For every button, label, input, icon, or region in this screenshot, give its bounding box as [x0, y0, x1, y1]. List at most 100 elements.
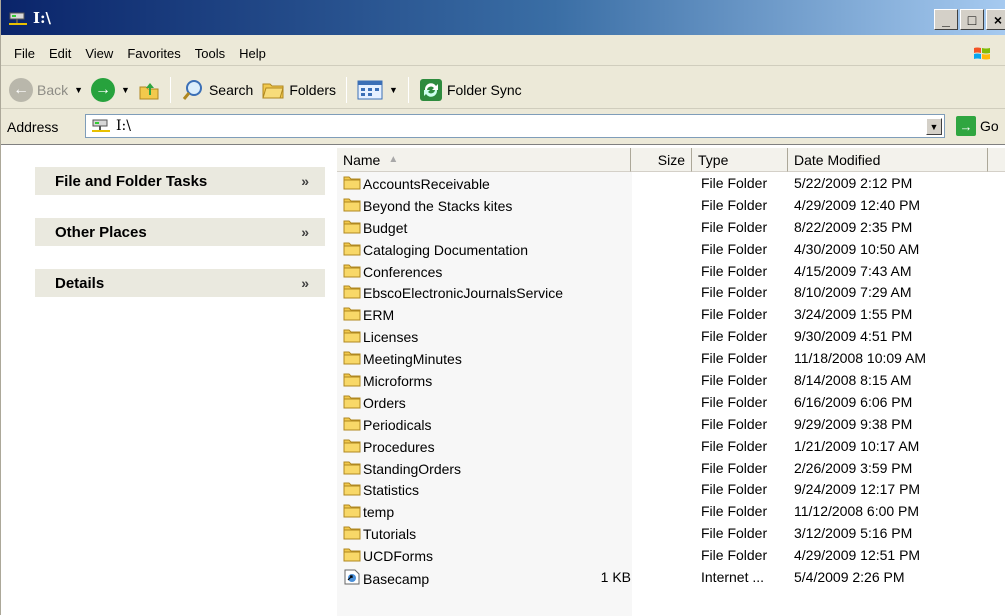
column-header-name[interactable]: Name ▲ — [337, 148, 631, 172]
list-item[interactable]: Cataloging Documentation File Folder 4/3… — [337, 239, 1005, 261]
file-type: File Folder — [701, 547, 768, 564]
list-item[interactable]: Microforms File Folder 8/14/2008 8:15 AM — [337, 370, 1005, 392]
file-name: Tutorials — [363, 526, 417, 543]
list-item[interactable]: Procedures File Folder 1/21/2009 10:17 A… — [337, 436, 1005, 458]
search-label: Search — [208, 81, 254, 98]
file-name: Microforms — [363, 373, 433, 390]
list-item[interactable]: Basecamp 1 KB Internet ... 5/4/2009 2:26… — [337, 567, 1005, 589]
list-item[interactable]: Licenses File Folder 9/30/2009 4:51 PM — [337, 326, 1005, 348]
column-header-filler — [988, 148, 1005, 172]
file-name: ERM — [363, 307, 395, 324]
file-type: File Folder — [701, 437, 768, 454]
file-date-modified: 3/12/2009 5:16 PM — [794, 525, 913, 542]
list-item[interactable]: Statistics File Folder 9/24/2009 12:17 P… — [337, 479, 1005, 501]
explorer-window: I:\ _ □ × File Edit View Favorites Tools… — [0, 0, 1005, 616]
views-button[interactable]: ▼ — [353, 75, 402, 105]
file-name-cell: Procedures — [343, 438, 435, 456]
menu-tools[interactable]: Tools — [188, 46, 232, 61]
file-rows: AccountsReceivable File Folder 5/22/2009… — [337, 173, 1005, 589]
file-name-cell: Tutorials — [343, 525, 416, 543]
list-item[interactable]: AccountsReceivable File Folder 5/22/2009… — [337, 173, 1005, 195]
file-list[interactable]: Name ▲ Size Type Date Modified AccountsR… — [337, 145, 1005, 616]
chevron-down-icon: ▼ — [929, 121, 939, 132]
file-name-cell: temp — [343, 503, 394, 521]
list-item[interactable]: EbscoElectronicJournalsService File Fold… — [337, 282, 1005, 304]
list-item[interactable]: Periodicals File Folder 9/29/2009 9:38 P… — [337, 414, 1005, 436]
views-dropdown-icon[interactable]: ▼ — [389, 85, 398, 95]
window-title: I:\ — [33, 8, 52, 27]
minimize-button[interactable]: _ — [934, 9, 958, 30]
forward-button[interactable]: → ▼ — [87, 75, 134, 105]
file-type: File Folder — [701, 306, 768, 323]
menu-help[interactable]: Help — [232, 46, 273, 61]
expand-chevron-icon[interactable]: » — [301, 224, 309, 240]
list-item[interactable]: UCDForms File Folder 4/29/2009 12:51 PM — [337, 545, 1005, 567]
file-name: EbscoElectronicJournalsService — [363, 285, 563, 302]
list-item[interactable]: temp File Folder 11/12/2008 6:00 PM — [337, 501, 1005, 523]
folder-icon — [343, 438, 361, 456]
list-item[interactable]: MeetingMinutes File Folder 11/18/2008 10… — [337, 348, 1005, 370]
file-folder-tasks-header[interactable]: File and Folder Tasks » — [35, 167, 325, 195]
maximize-button[interactable]: □ — [960, 9, 984, 30]
file-name: Budget — [363, 219, 408, 236]
file-date-modified: 6/16/2009 6:06 PM — [794, 393, 913, 410]
menu-view[interactable]: View — [78, 46, 120, 61]
list-item[interactable]: StandingOrders File Folder 2/26/2009 3:5… — [337, 458, 1005, 480]
up-button[interactable] — [134, 75, 164, 105]
folders-button[interactable]: Folders — [257, 75, 340, 105]
address-dropdown-button[interactable]: ▼ — [926, 118, 942, 135]
back-dropdown-icon[interactable]: ▼ — [74, 85, 83, 95]
file-type: File Folder — [701, 218, 768, 235]
file-date-modified: 11/12/2008 6:00 PM — [794, 503, 920, 520]
folder-sync-button[interactable]: Folder Sync — [415, 75, 526, 105]
back-arrow-icon: ← — [9, 77, 33, 102]
address-bar: Address ▼ → Go — [1, 113, 1005, 141]
column-header-date-modified[interactable]: Date Modified — [788, 148, 988, 172]
title-bar[interactable]: I:\ _ □ × — [1, 0, 1005, 35]
folder-icon — [343, 175, 361, 193]
list-item[interactable]: ERM File Folder 3/24/2009 1:55 PM — [337, 304, 1005, 326]
file-name: Cataloging Documentation — [363, 241, 528, 258]
menu-file[interactable]: File — [7, 46, 42, 61]
other-places-header[interactable]: Other Places » — [35, 218, 325, 246]
expand-chevron-icon[interactable]: » — [301, 173, 309, 189]
back-button[interactable]: ← Back ▼ — [5, 75, 87, 105]
folder-icon — [343, 416, 361, 434]
folder-icon — [343, 503, 361, 521]
folder-icon — [343, 547, 361, 565]
go-button[interactable]: → Go — [956, 116, 999, 136]
expand-chevron-icon[interactable]: » — [301, 275, 309, 291]
details-header[interactable]: Details » — [35, 269, 325, 297]
list-item[interactable]: Tutorials File Folder 3/12/2009 5:16 PM — [337, 523, 1005, 545]
file-name: UCDForms — [363, 548, 433, 565]
address-field[interactable]: ▼ — [85, 114, 945, 138]
file-type: File Folder — [701, 459, 768, 476]
column-header-label: Type — [698, 151, 729, 168]
list-item[interactable]: Budget File Folder 8/22/2009 2:35 PM — [337, 217, 1005, 239]
list-item[interactable]: Orders File Folder 6/16/2009 6:06 PM — [337, 392, 1005, 414]
folder-icon — [343, 241, 361, 259]
task-section-title: File and Folder Tasks — [55, 172, 208, 190]
network-drive-icon — [9, 12, 27, 25]
list-item[interactable]: Beyond the Stacks kites File Folder 4/29… — [337, 195, 1005, 217]
file-name-cell: Microforms — [343, 372, 432, 390]
address-input[interactable] — [116, 118, 916, 134]
file-name-cell: Conferences — [343, 263, 442, 281]
list-item[interactable]: Conferences File Folder 4/15/2009 7:43 A… — [337, 261, 1005, 283]
go-label: Go — [980, 118, 999, 134]
menu-edit[interactable]: Edit — [42, 46, 78, 61]
file-type: File Folder — [701, 481, 768, 498]
folder-icon — [343, 284, 361, 302]
column-header-type[interactable]: Type — [692, 148, 788, 172]
file-name-cell: Periodicals — [343, 416, 431, 434]
file-name-cell: Cataloging Documentation — [343, 241, 528, 259]
file-name: Procedures — [363, 438, 435, 455]
folder-icon — [343, 350, 361, 368]
close-button[interactable]: × — [986, 9, 1005, 30]
folder-icon — [343, 394, 361, 412]
file-date-modified: 5/4/2009 2:26 PM — [794, 569, 905, 586]
search-button[interactable]: Search — [177, 75, 257, 105]
column-header-size[interactable]: Size — [631, 148, 692, 172]
forward-dropdown-icon[interactable]: ▼ — [121, 85, 130, 95]
menu-favorites[interactable]: Favorites — [120, 46, 187, 61]
